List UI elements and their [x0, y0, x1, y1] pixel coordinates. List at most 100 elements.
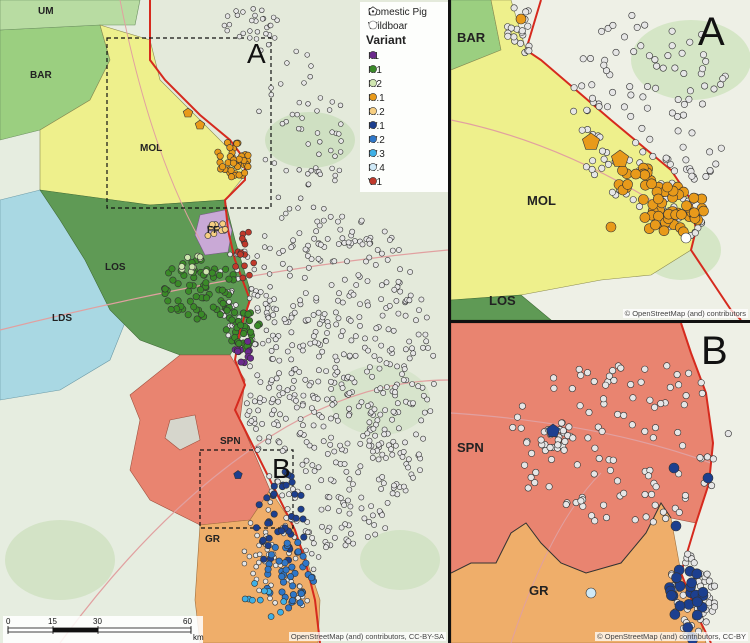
wildboar-point: [335, 315, 342, 322]
wildboar-point: [241, 560, 248, 567]
wildboar-point: [527, 473, 535, 481]
wildboar-point: [233, 302, 239, 308]
wildboar-point: [366, 518, 372, 525]
wildboar-point: [255, 407, 261, 414]
wildboar-point: [652, 84, 660, 92]
wildboar-point: [421, 409, 428, 416]
wildboar-point: [305, 264, 312, 271]
wildboar-point: [378, 342, 385, 349]
wildboar-point: [319, 523, 325, 530]
main-map[interactable]: UM BAR MOL FF LOS LDS SPN GR A B Domesti…: [0, 0, 448, 643]
legend-variant-IV-3: IV.3: [368, 148, 385, 160]
wildboar-point: [402, 346, 409, 353]
wildboar-point: [430, 352, 437, 359]
variant-iii-1-point: [658, 225, 670, 237]
scale-tick-60: 60: [183, 617, 192, 626]
wildboar-point: [617, 364, 625, 372]
variant-iv-2-point: [288, 563, 296, 571]
wildboar-point: [309, 535, 315, 541]
wildboar-point: [346, 405, 352, 412]
wildboar-point: [659, 508, 667, 516]
wildboar-point: [340, 351, 347, 358]
wildboar-point: [306, 382, 313, 389]
wildboar-point: [366, 442, 372, 449]
wildboar-point: [588, 165, 596, 173]
wildboar-point: [517, 39, 525, 47]
wildboar-point: [626, 83, 634, 91]
wildboar-point: [318, 414, 325, 421]
wildboar-point: [366, 240, 373, 247]
wildboar-point: [321, 311, 328, 317]
variant-dot-icon: [369, 121, 377, 129]
wildboar-point: [418, 417, 425, 424]
variant-ii-2-point: [196, 253, 204, 261]
scale-bar-graphic: [7, 626, 192, 634]
wildboar-point: [688, 172, 696, 180]
wildboar-point: [304, 597, 310, 604]
wildboar-point: [628, 12, 636, 20]
wildboar-point: [224, 13, 231, 19]
wildboar-point: [335, 218, 341, 225]
wildboar-point: [345, 239, 352, 246]
wildboar-point: [409, 345, 415, 352]
variant-ii-1-point: [209, 303, 217, 311]
variant-iii-1-point: [650, 219, 661, 231]
wildboar-point: [358, 217, 365, 224]
variant-iv-1-point: [299, 515, 307, 523]
inset-a-map[interactable]: BAR MOL LOS A © OpenStreetMap (and) cont…: [451, 0, 750, 320]
wildboar-point: [366, 437, 373, 444]
wildboar-point: [270, 14, 277, 21]
wildboar-point: [710, 582, 718, 590]
wildboar-point: [680, 100, 688, 108]
variant-ii-1-point: [225, 275, 233, 283]
variant-iv-2-point: [299, 552, 307, 560]
wildboar-point: [339, 299, 346, 306]
wildboar-point: [584, 434, 592, 442]
variant-ii-1-point: [192, 293, 200, 301]
wildboar-point: [349, 481, 356, 487]
wildboar-point: [281, 316, 288, 323]
wildboar-point: [578, 82, 586, 90]
wildboar-point: [302, 376, 309, 383]
wildboar-point: [346, 352, 353, 359]
variant-ii-1-point: [246, 317, 254, 325]
wildboar-point: [318, 506, 325, 513]
wildboar-point: [261, 264, 267, 270]
wildboar-point: [300, 392, 307, 399]
variant-ii-1-point: [237, 321, 245, 329]
wildboar-point: [392, 442, 399, 449]
variant-i-1-point: [247, 354, 255, 362]
wildboar-point: [664, 52, 672, 60]
wildboar-point: [333, 413, 340, 419]
wildboar-point: [365, 302, 371, 309]
inset-a-label-los: LOS: [489, 293, 516, 308]
variant-iii-1-point: [646, 178, 657, 190]
inset-b-map[interactable]: SPN GR B © OpenStreetMap (and) contribut…: [451, 323, 750, 643]
wildboar-point: [310, 540, 317, 547]
wildboar-point: [651, 501, 659, 509]
legend-variant-III-1: III.1: [368, 92, 385, 104]
wildboar-point: [329, 129, 335, 135]
variant-dot-icon: [369, 51, 377, 59]
wildboar-point: [251, 266, 258, 273]
wildboar-point: [327, 213, 334, 220]
wildboar-point: [268, 377, 275, 383]
variant-iv-1-point: [702, 472, 714, 484]
variant-iii-1-point: [676, 209, 687, 220]
wildboar-point: [247, 520, 254, 526]
wildboar-point: [297, 429, 304, 436]
wildboar-point: [290, 377, 297, 384]
wildboar-point: [266, 297, 273, 304]
wildboar-point: [327, 378, 334, 385]
wildboar-point: [339, 213, 346, 220]
wildboar-point: [268, 85, 274, 91]
wildboar-point: [674, 96, 682, 104]
wildboar-point: [606, 466, 614, 474]
wildboar-point: [240, 9, 246, 15]
variant-iii-2-point: [221, 226, 229, 233]
variant-dot-icon: [369, 135, 377, 143]
wildboar-point: [272, 336, 279, 343]
wildboar-point: [311, 235, 317, 242]
wildboar-point: [358, 494, 365, 501]
wildboar-point: [329, 165, 335, 172]
